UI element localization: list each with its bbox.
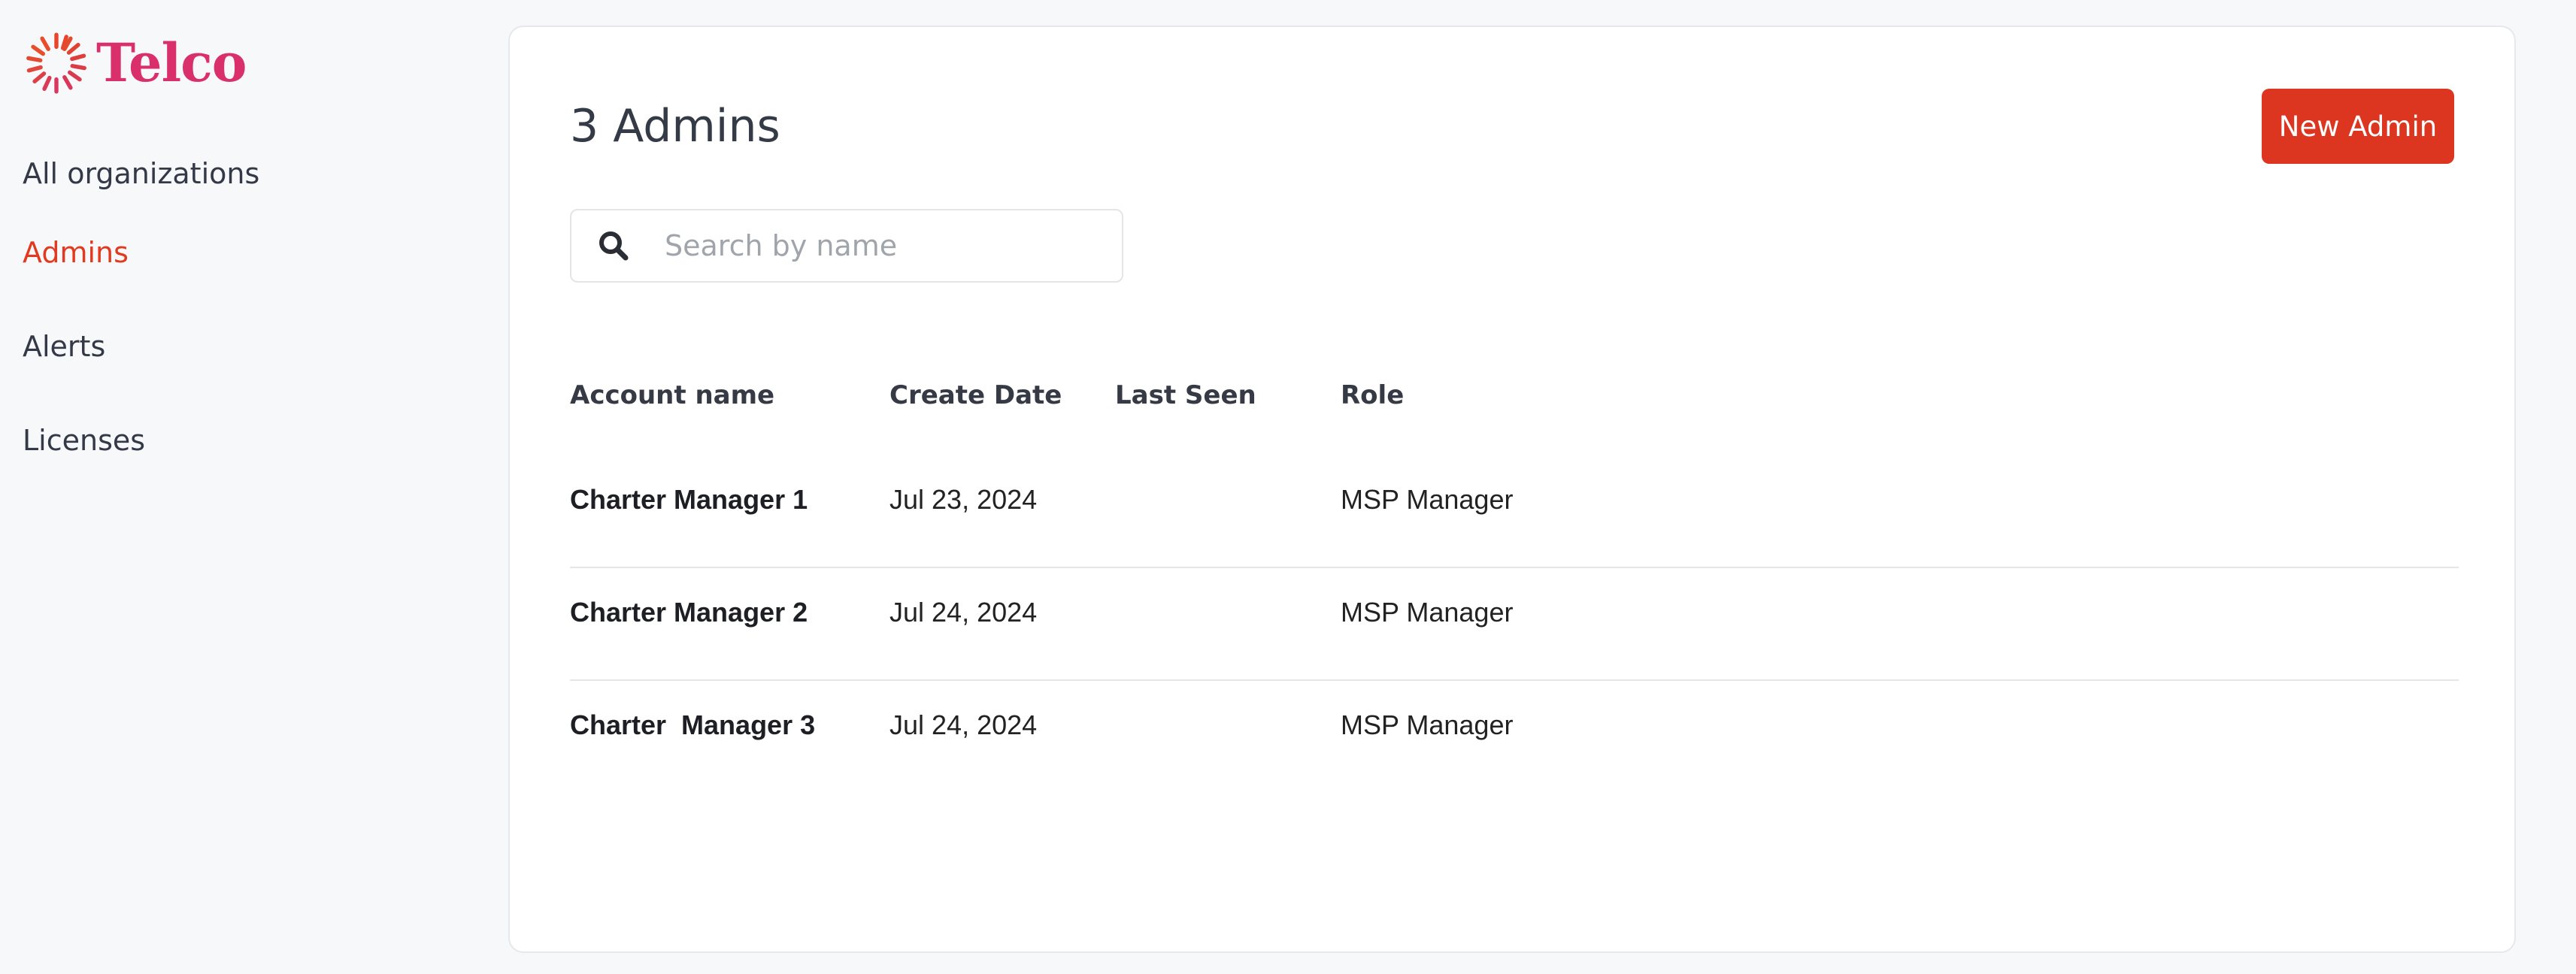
role-cell: MSP Manager (1341, 597, 1514, 628)
create-date-cell: Jul 24, 2024 (889, 597, 1038, 628)
sunburst-logo-icon (26, 32, 86, 94)
account-name-cell: Charter Manager 2 (570, 597, 808, 628)
table-row[interactable]: Charter Manager 2 Jul 24, 2024 MSP Manag… (570, 568, 2459, 681)
sidebar: Telco All organizations Admins Alerts Li… (0, 0, 496, 974)
search-input[interactable] (663, 228, 1087, 263)
column-header-account-name[interactable]: Account name (570, 380, 774, 410)
role-cell: MSP Manager (1341, 709, 1514, 740)
admins-table: Account name Create Date Last Seen Role … (570, 358, 2459, 792)
account-name-cell: Charter Manager 3 (570, 709, 816, 740)
create-date-cell: Jul 24, 2024 (889, 709, 1038, 740)
table-header: Account name Create Date Last Seen Role (570, 358, 2459, 455)
column-header-last-seen[interactable]: Last Seen (1115, 380, 1256, 410)
brand-name: Telco (96, 32, 247, 94)
sidebar-item-licenses[interactable]: Licenses (23, 421, 145, 460)
sidebar-item-admins[interactable]: Admins (23, 233, 129, 272)
create-date-cell: Jul 23, 2024 (889, 484, 1038, 515)
account-name-cell: Charter Manager 1 (570, 484, 808, 515)
sidebar-item-all-organizations[interactable]: All organizations (23, 154, 259, 193)
sidebar-item-alerts[interactable]: Alerts (23, 327, 105, 366)
page-title: 3 Admins (570, 100, 780, 153)
search-icon (599, 231, 629, 261)
table-row[interactable]: Charter Manager 3 Jul 24, 2024 MSP Manag… (570, 681, 2459, 792)
admins-panel: 3 Admins New Admin Account name Create D… (508, 26, 2516, 953)
column-header-create-date[interactable]: Create Date (889, 380, 1062, 410)
table-row[interactable]: Charter Manager 1 Jul 23, 2024 MSP Manag… (570, 455, 2459, 568)
brand-logo[interactable]: Telco (23, 27, 247, 99)
new-admin-button[interactable]: New Admin (2262, 89, 2454, 164)
column-header-role[interactable]: Role (1341, 380, 1404, 410)
search-box[interactable] (570, 209, 1123, 283)
role-cell: MSP Manager (1341, 484, 1514, 515)
